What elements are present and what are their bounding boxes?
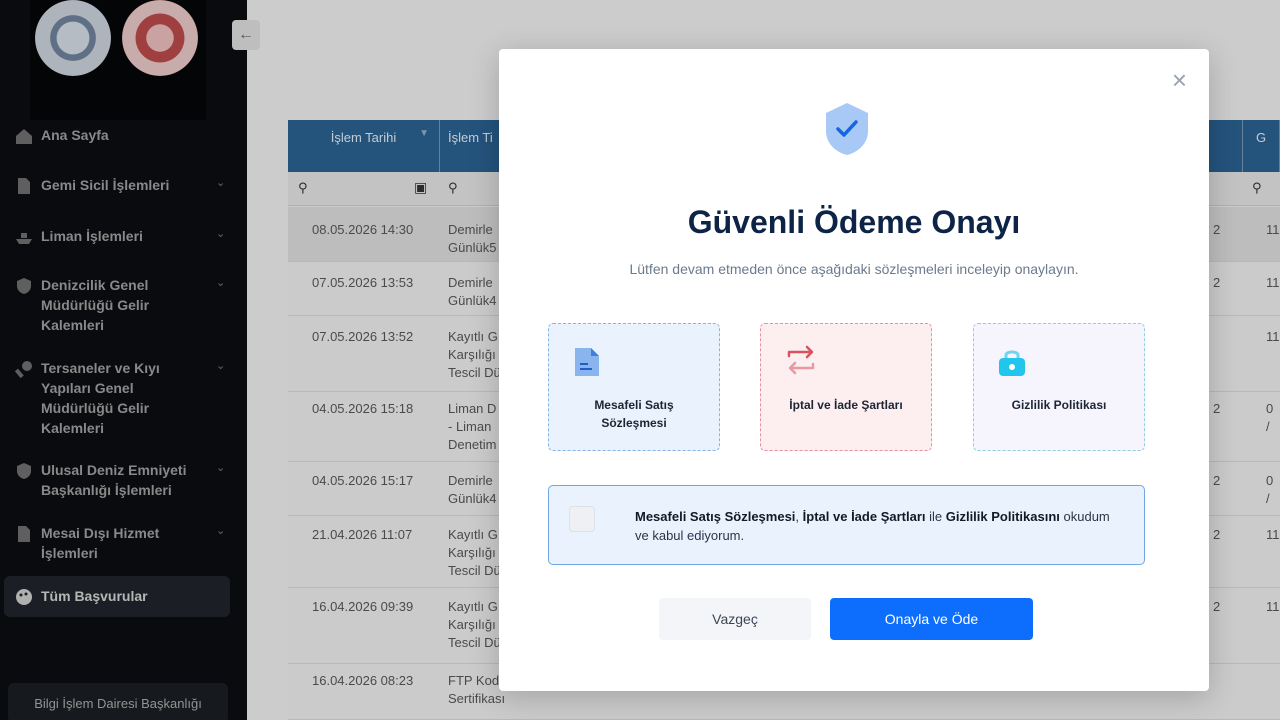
modal-title: Güvenli Ödeme Onayı xyxy=(687,204,1021,240)
close-icon[interactable]: × xyxy=(1172,67,1187,93)
card-label: Gizlilik Politikası xyxy=(1011,398,1107,412)
consent-box: Mesafeli Satış Sözleşmesi, İptal ve İade… xyxy=(548,485,1145,565)
card-label: Mesafeli Satış Sözleşmesi xyxy=(594,398,674,430)
confirm-pay-button[interactable]: Onayla ve Öde xyxy=(830,598,1033,640)
lock-icon xyxy=(999,350,1025,376)
file-icon xyxy=(575,348,599,376)
shield-check-icon xyxy=(826,103,868,155)
secure-payment-modal: × Güvenli Ödeme Onayı Lütfen devam etmed… xyxy=(499,49,1209,691)
distance-sales-contract-card[interactable]: Mesafeli Satış Sözleşmesi xyxy=(548,323,720,451)
cancel-button[interactable]: Vazgeç xyxy=(659,598,811,640)
consent-privacy-link[interactable]: Gizlilik Politikasını xyxy=(946,509,1060,524)
consent-text: Mesafeli Satış Sözleşmesi, İptal ve İade… xyxy=(635,509,1110,543)
exchange-icon xyxy=(787,345,815,375)
card-label: İptal ve İade Şartları xyxy=(789,398,903,412)
cancellation-refund-card[interactable]: İptal ve İade Şartları xyxy=(760,323,932,451)
privacy-policy-card[interactable]: Gizlilik Politikası xyxy=(973,323,1145,451)
consent-checkbox[interactable] xyxy=(569,506,595,532)
consent-contract-link[interactable]: Mesafeli Satış Sözleşmesi xyxy=(635,509,795,524)
modal-subtitle: Lütfen devam etmeden önce aşağıdaki sözl… xyxy=(629,261,1079,277)
consent-refund-link[interactable]: İptal ve İade Şartları xyxy=(803,509,926,524)
